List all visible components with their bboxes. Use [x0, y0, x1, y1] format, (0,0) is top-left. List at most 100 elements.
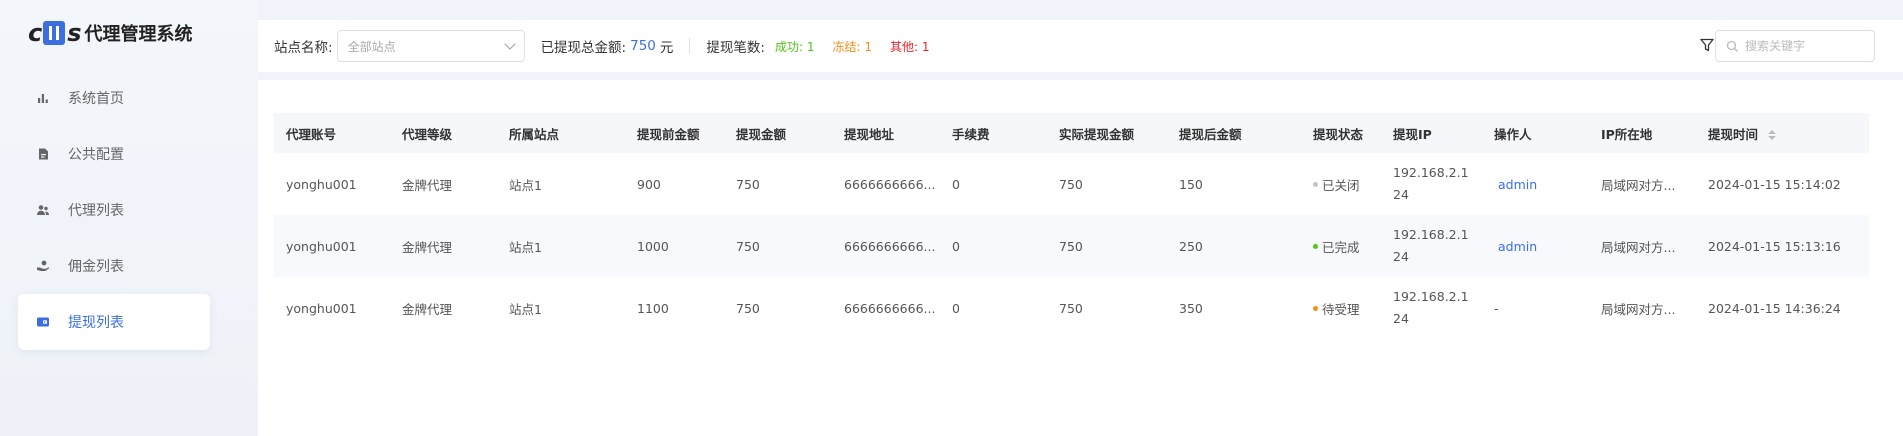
cell-ip: 192.168.2.124	[1393, 165, 1469, 202]
sidebar-item-withdrawal-list[interactable]: 提现列表	[18, 294, 210, 350]
search-icon	[1726, 40, 1739, 53]
cell-after: 350	[1179, 300, 1203, 316]
status-text: 已完成	[1322, 239, 1360, 255]
sidebar-item-label: 代理列表	[68, 203, 124, 219]
cell-site: 站点1	[509, 239, 542, 255]
success-count: 成功: 1	[774, 39, 815, 54]
sidebar-item-label: 公共配置	[68, 147, 124, 163]
cell-after: 250	[1179, 238, 1203, 254]
divider	[689, 38, 691, 54]
table-row: yonghu001 金牌代理 站点1 1000 750 6666666666..…	[274, 215, 1869, 277]
total-withdrawn: 已提现总金额: 750 元	[541, 36, 674, 56]
sidebar-item-commission-list[interactable]: 佣金列表	[18, 238, 210, 294]
table-row: yonghu001 金牌代理 站点1 1100 750 6666666666..…	[274, 277, 1869, 339]
filter-toolbar: 站点名称: 全部站点 已提现总金额: 750 元 提现笔数: 成功: 1 冻结:…	[258, 20, 1903, 72]
cell-location: 局域网对方...	[1601, 239, 1676, 255]
site-select-value: 全部站点	[347, 39, 396, 54]
status-text: 已关闭	[1322, 177, 1360, 193]
cell-fee: 0	[952, 300, 960, 316]
table-row: yonghu001 金牌代理 站点1 900 750 6666666666...…	[274, 153, 1869, 215]
cell-after: 150	[1179, 176, 1203, 192]
header-agent-level: 代理等级	[402, 126, 453, 142]
cell-actual: 750	[1059, 176, 1083, 192]
cell-location: 局域网对方...	[1601, 301, 1676, 317]
cell-time: 2024-01-15 15:14:02	[1708, 176, 1841, 192]
sidebar-item-public-config[interactable]: 公共配置	[18, 126, 210, 182]
site-label: 站点名称:	[274, 40, 333, 56]
status-dot	[1313, 181, 1318, 187]
cell-amount: 750	[736, 238, 760, 254]
header-agent-account: 代理账号	[286, 126, 337, 142]
cell-before: 900	[637, 176, 661, 192]
logo-mark-icon: cs	[28, 19, 82, 47]
search-box[interactable]	[1715, 30, 1875, 62]
cell-actual: 750	[1059, 238, 1083, 254]
sidebar-item-label: 系统首页	[68, 91, 124, 107]
operator-link[interactable]: admin	[1498, 177, 1537, 192]
cell-address: 6666666666...	[844, 238, 936, 254]
cell-status: 待受理	[1301, 299, 1381, 318]
header-operator: 操作人	[1494, 126, 1532, 142]
cell-before: 1000	[637, 238, 669, 254]
sidebar: cs 代理管理系统 系统首页 公共配置 代理列表 佣金列表 提现列表	[0, 0, 258, 436]
withdraw-count: 提现笔数: 成功: 1 冻结: 1 其他: 1	[706, 36, 930, 57]
document-icon	[36, 147, 50, 161]
header-ip: 提现IP	[1393, 126, 1432, 142]
operator-link[interactable]: admin	[1498, 239, 1537, 254]
cell-operator: admin	[1482, 177, 1589, 192]
cell-fee: 0	[952, 176, 960, 192]
hand-coin-icon	[36, 259, 50, 273]
status-text: 待受理	[1322, 301, 1360, 317]
header-address: 提现地址	[844, 126, 895, 142]
cell-account: yonghu001	[286, 238, 357, 254]
header-time-label: 提现时间	[1708, 126, 1759, 142]
status-dot	[1313, 305, 1318, 311]
table-panel: 代理账号 代理等级 所属站点 提现前金额 提现金额 提现地址 手续费 实际提现金…	[258, 80, 1903, 436]
logo[interactable]: cs 代理管理系统	[28, 18, 193, 48]
cell-ip: 192.168.2.124	[1393, 227, 1469, 264]
site-select[interactable]: 全部站点	[336, 30, 525, 62]
header-after-amount: 提现后金额	[1179, 126, 1242, 142]
withdrawal-table: 代理账号 代理等级 所属站点 提现前金额 提现金额 提现地址 手续费 实际提现金…	[274, 113, 1869, 339]
cell-site: 站点1	[509, 301, 542, 317]
total-label: 已提现总金额:	[540, 40, 627, 56]
status-dot	[1313, 243, 1318, 249]
sidebar-item-dashboard[interactable]: 系统首页	[18, 70, 210, 126]
cell-operator: admin	[1482, 239, 1589, 254]
status-badge: 已关闭	[1313, 175, 1360, 194]
header-status: 提现状态	[1313, 126, 1364, 142]
search-input[interactable]	[1745, 39, 1865, 53]
cell-account: yonghu001	[286, 176, 357, 192]
count-label: 提现笔数:	[706, 40, 765, 56]
cell-account: yonghu001	[286, 300, 357, 316]
wallet-icon	[36, 315, 50, 329]
cell-amount: 750	[736, 176, 760, 192]
cell-status: 已完成	[1301, 237, 1381, 256]
header-time[interactable]: 提现时间	[1696, 124, 1869, 143]
header-before-amount: 提现前金额	[637, 126, 700, 142]
header-ip-location: IP所在地	[1601, 126, 1653, 142]
sidebar-item-label: 佣金列表	[68, 259, 124, 275]
bar-chart-icon	[36, 91, 50, 105]
cell-operator: -	[1494, 300, 1499, 316]
cell-time: 2024-01-15 15:13:16	[1708, 238, 1841, 254]
sort-icon[interactable]	[1768, 130, 1777, 140]
cell-location: 局域网对方...	[1601, 177, 1676, 193]
sidebar-nav: 系统首页 公共配置 代理列表 佣金列表 提现列表	[18, 70, 210, 350]
cell-amount: 750	[736, 300, 760, 316]
table-header: 代理账号 代理等级 所属站点 提现前金额 提现金额 提现地址 手续费 实际提现金…	[274, 113, 1869, 153]
cell-time: 2024-01-15 14:36:24	[1708, 300, 1841, 316]
frozen-count: 冻结: 1	[832, 39, 872, 54]
header-actual-amount: 实际提现金额	[1059, 126, 1135, 142]
header-amount: 提现金额	[736, 126, 787, 142]
chevron-down-icon	[503, 38, 516, 50]
cell-level: 金牌代理	[402, 301, 453, 317]
total-unit: 元	[659, 40, 674, 56]
total-value: 750	[630, 38, 656, 54]
sidebar-item-agent-list[interactable]: 代理列表	[18, 182, 210, 238]
cell-ip: 192.168.2.124	[1393, 289, 1469, 326]
cell-address: 6666666666...	[844, 300, 936, 316]
other-count: 其他: 1	[889, 39, 930, 54]
users-icon	[36, 203, 50, 217]
cell-site: 站点1	[509, 177, 542, 193]
